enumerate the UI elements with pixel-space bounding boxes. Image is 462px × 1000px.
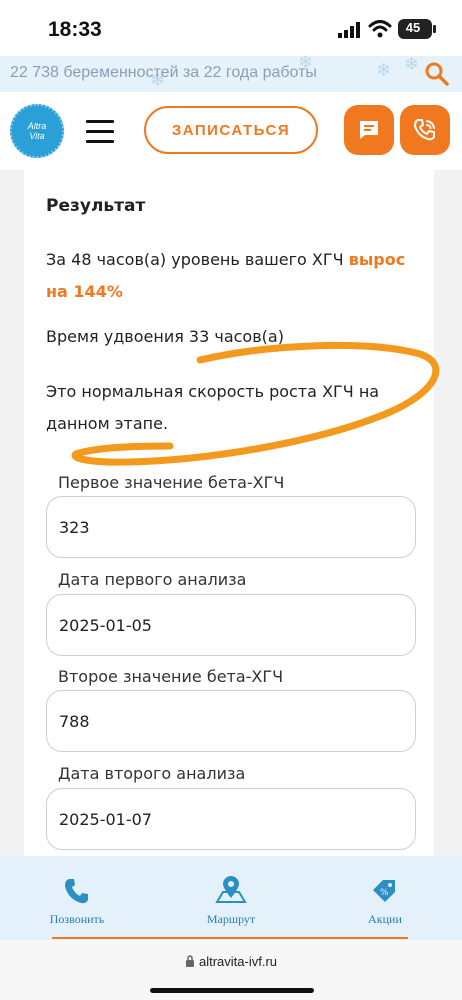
banner-text: 22 738 беременностей за 22 года работы: [10, 64, 317, 81]
phone-icon: [65, 879, 88, 904]
first-date-label: Дата первого анализа: [58, 570, 247, 589]
lock-icon: [185, 955, 194, 967]
logo-text-top: Altra: [27, 121, 47, 131]
result-heading: Результат: [46, 196, 146, 216]
first-date-input[interactable]: 2025-01-05: [46, 594, 416, 656]
map-pin-icon: [215, 876, 247, 903]
nav-promo[interactable]: % Акции: [325, 876, 445, 927]
cellular-signal-icon: [338, 22, 360, 38]
nav-route[interactable]: Маршрут: [171, 876, 291, 927]
book-appointment-button[interactable]: ЗАПИСАТЬСЯ: [144, 106, 318, 154]
battery-level: 45: [405, 20, 421, 35]
home-indicator[interactable]: [150, 988, 314, 993]
url-display[interactable]: altravita-ivf.ru: [0, 954, 462, 969]
nav-promo-label: Акции: [368, 912, 402, 926]
phone-ringing-icon: [414, 119, 435, 141]
logo-text-bottom: Vita: [29, 131, 45, 141]
handdrawn-annotation-stroke: [71, 342, 440, 466]
second-hcg-label: Второе значение бета-ХГЧ: [58, 667, 284, 686]
growth-prefix: За 48 часов(а) уровень вашего ХГЧ: [46, 250, 349, 269]
search-icon[interactable]: [424, 61, 450, 87]
svg-text:%: %: [380, 888, 389, 898]
second-hcg-input[interactable]: 788: [46, 690, 416, 752]
nav-call[interactable]: Позвонить: [17, 876, 137, 927]
nav-call-label: Позвонить: [49, 912, 105, 926]
status-time: 18:33: [48, 18, 102, 41]
call-button[interactable]: [400, 105, 450, 155]
growth-text: За 48 часов(а) уровень вашего ХГЧ вырос …: [46, 244, 426, 308]
nav-accent-line: [52, 937, 408, 939]
bottom-nav: Позвонить Маршрут % Акции: [0, 856, 462, 940]
first-hcg-input[interactable]: 323: [46, 496, 416, 558]
tags-icon: %: [373, 880, 395, 902]
second-date-input[interactable]: 2025-01-07: [46, 788, 416, 850]
battery-icon: 45: [398, 19, 432, 39]
battery-cap: [433, 25, 436, 33]
second-date-label: Дата второго анализа: [58, 764, 246, 783]
wifi-icon: [368, 20, 392, 38]
nav-route-label: Маршрут: [206, 912, 256, 926]
chat-button[interactable]: [344, 105, 394, 155]
url-text: altravita-ivf.ru: [198, 954, 278, 969]
first-hcg-label: Первое значение бета-ХГЧ: [58, 473, 285, 492]
snowflake-icon: ❄: [404, 56, 420, 75]
chat-icon: [360, 121, 378, 139]
menu-icon[interactable]: [86, 120, 114, 144]
altravita-logo[interactable]: Altra Vita: [10, 104, 64, 158]
snowflake-icon: ❄: [376, 60, 392, 81]
